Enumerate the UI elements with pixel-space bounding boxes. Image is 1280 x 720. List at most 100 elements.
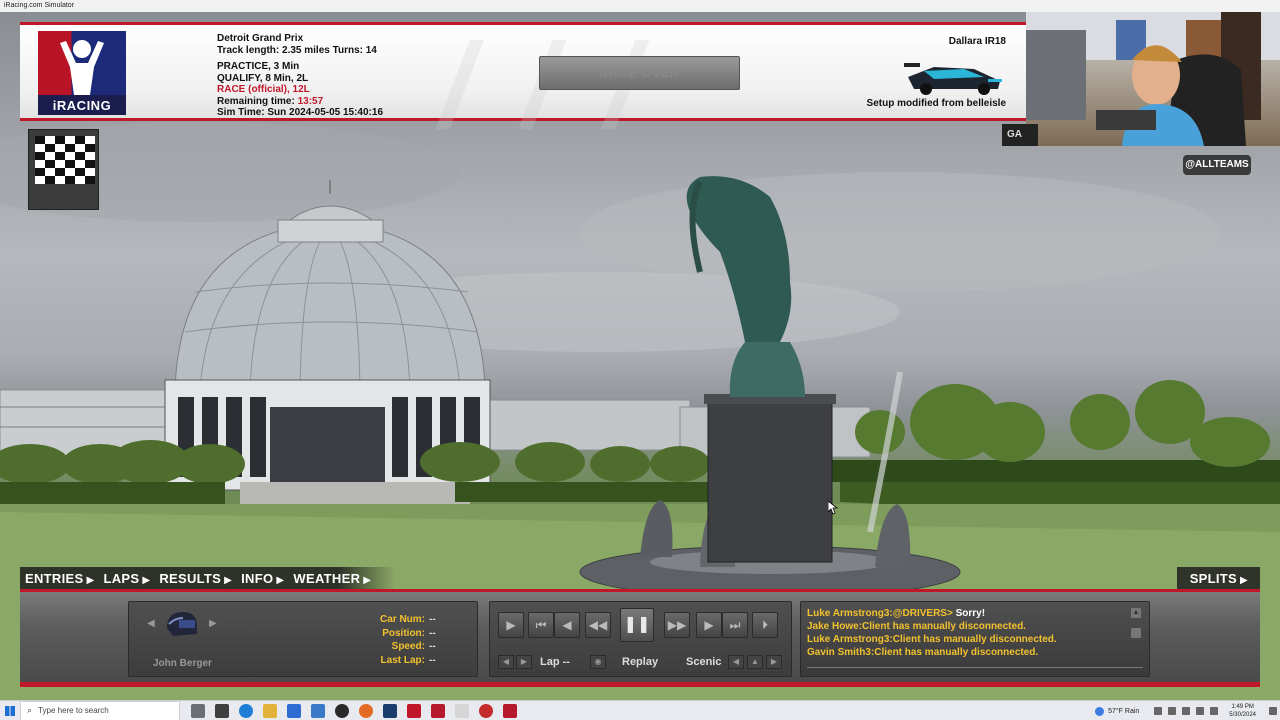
logo-figure-icon — [60, 40, 104, 95]
scroll-up-icon[interactable]: ▲ — [1131, 608, 1141, 618]
tab-splits-wrap: SPLITS ▶ — [1176, 567, 1260, 589]
setup-text: Setup modified from belleisle — [866, 98, 1006, 109]
store-icon[interactable] — [287, 703, 301, 718]
session-race: RACE (official), 12L — [217, 84, 310, 95]
tab-entries[interactable]: ENTRIES ▶ — [25, 571, 94, 586]
replay-mode-icon[interactable]: ◉ — [590, 655, 606, 669]
camera-up-icon[interactable]: ▲ — [747, 655, 763, 669]
sim-time: Sim Time: Sun 2024-05-05 15:40:16 — [217, 107, 384, 118]
chat-message: Jake Howe:Client has manually disconnect… — [807, 621, 1026, 632]
chevron-right-icon: ▶ — [142, 574, 151, 586]
tab-weather[interactable]: WEATHER ▶ — [293, 571, 371, 586]
tab-info[interactable]: INFO ▶ — [241, 571, 284, 586]
start-button[interactable] — [0, 701, 20, 720]
replay-label: Replay — [622, 656, 659, 668]
app-icon[interactable] — [407, 703, 421, 718]
skip-end-button[interactable]: ⏭ — [722, 612, 748, 638]
session-header: / / / iRACING Detroit Grand Prix Track l… — [20, 19, 1026, 153]
car-name: Dallara IR18 — [948, 36, 1006, 47]
next-camera-icon[interactable]: ▶ — [766, 655, 782, 669]
pause-button[interactable]: ❚❚ — [620, 608, 654, 642]
stat-row: Speed: -- — [391, 641, 436, 652]
task-view-icon[interactable] — [215, 703, 229, 718]
helmet-icon — [167, 612, 197, 636]
track-info: Track length: 2.35 miles Turns: 14 — [217, 44, 377, 56]
language-icon[interactable] — [1210, 707, 1219, 715]
logo-wordmark: iRACING — [52, 98, 112, 113]
mouse-cursor-icon — [828, 501, 838, 515]
chat-message: Luke Armstrong3:Client has manually disc… — [807, 634, 1057, 645]
event-info: Detroit Grand Prix Track length: 2.35 mi… — [217, 33, 383, 119]
control-panel: ◀ ▶ John Berger Car Num: -- Position: -- S… — [20, 589, 1260, 687]
session-practice: PRACTICE, 3 Min — [217, 61, 300, 72]
network-icon[interactable] — [1168, 707, 1177, 715]
clock[interactable]: 1:49 PM 5/30/2024 — [1229, 703, 1256, 719]
event-name: Detroit Grand Prix — [217, 33, 304, 44]
step-forward-button[interactable]: ▶ — [696, 612, 722, 638]
battery-icon[interactable] — [1196, 707, 1205, 715]
chevron-right-icon: ▶ — [224, 574, 233, 586]
app-icon[interactable] — [383, 703, 397, 718]
replay-controls: ▶ ⏮ ◀ ◀◀ ❚❚ ▶▶ ▶ ⏭ ⏵ ◀ ▶ Lap -- ◉ Replay… — [489, 601, 792, 677]
chat-message: Gavin Smith3:Client has manually disconn… — [807, 647, 1039, 658]
driver-stats: Car Num: -- Position: -- Speed: -- Last Lap… — [329, 613, 469, 667]
search-icon: ⌕ — [27, 705, 33, 715]
live-button[interactable]: ⏵ — [752, 612, 778, 638]
tab-splits[interactable]: SPLITS ▶ — [1190, 571, 1248, 586]
lap-label: Lap -- — [540, 656, 570, 668]
chevron-right-icon: ▶ — [363, 574, 372, 586]
next-driver-icon[interactable]: ▶ — [209, 618, 217, 629]
taskbar-search[interactable]: ⌕ Type here to search — [20, 700, 180, 720]
session-qualify: QUALIFY, 8 Min, 2L — [217, 72, 309, 84]
prev-camera-icon[interactable]: ◀ — [728, 655, 744, 669]
app-icon[interactable] — [479, 703, 493, 718]
car-image-icon — [904, 63, 1002, 95]
chevron-right-icon: ▶ — [86, 574, 95, 586]
chevron-up-icon[interactable] — [1154, 707, 1163, 715]
edge-icon[interactable] — [239, 703, 253, 718]
volume-icon[interactable] — [1182, 707, 1191, 715]
camera-label: Scenic — [686, 656, 722, 668]
chat-message: Luke Armstrong3:@DRIVERS> Sorry! — [807, 608, 986, 619]
windows-taskbar: ⌕ Type here to search 57°F Rain 1:49 PM 5/… — [0, 700, 1280, 720]
app-icon[interactable] — [455, 703, 469, 718]
browser-icon[interactable] — [359, 703, 373, 718]
nav-bar: ENTRIES ▶ LAPS ▶ RESULTS ▶ INFO ▶ WEATHER ▶ S… — [20, 567, 1260, 589]
prev-driver-icon[interactable]: ◀ — [147, 618, 155, 629]
app-icon[interactable] — [191, 703, 205, 718]
chat-scrollbar[interactable]: ▲ — [1131, 608, 1143, 644]
next-lap-icon[interactable]: ▶ — [516, 655, 532, 669]
windows-logo-icon — [5, 705, 15, 716]
prev-lap-icon[interactable]: ◀ — [498, 655, 514, 669]
driver-box: ◀ ▶ John Berger Car Num: -- Position: -- S… — [128, 601, 478, 677]
stat-row: Car Num: -- — [379, 614, 436, 625]
webcam-tag: GA — [1002, 124, 1038, 146]
race-over-button[interactable]: RACE OVER — [539, 56, 740, 90]
iracing-sim-icon[interactable] — [503, 703, 517, 718]
team-badge: @ALLTEAMS — [1183, 155, 1251, 175]
scroll-handle-icon[interactable] — [1131, 628, 1141, 638]
system-tray: 57°F Rain 1:49 PM 5/30/2024 — [1095, 701, 1280, 720]
remaining-time: Remaining time: 13:57 — [217, 95, 324, 107]
notifications-icon[interactable] — [1269, 707, 1277, 715]
fast-forward-button[interactable]: ▶▶ — [664, 612, 690, 638]
rewind-button[interactable]: ◀◀ — [585, 612, 611, 638]
taskbar-apps — [186, 703, 522, 718]
webcam-overlay — [1026, 0, 1280, 146]
iracing-icon[interactable] — [431, 703, 445, 718]
tab-results[interactable]: RESULTS ▶ — [159, 571, 232, 586]
weather-widget[interactable]: 57°F Rain — [1095, 706, 1139, 716]
step-back-button[interactable]: ◀ — [554, 612, 580, 638]
obs-icon[interactable] — [335, 703, 349, 718]
mail-icon[interactable] — [311, 703, 325, 718]
play-forward-button[interactable]: ▶ — [498, 612, 524, 638]
stat-row: Last Lap: -- — [380, 654, 436, 666]
driver-name: John Berger — [153, 658, 212, 669]
skip-start-button[interactable]: ⏮ — [528, 612, 554, 638]
tab-laps[interactable]: LAPS ▶ — [103, 571, 150, 586]
weather-icon — [1095, 706, 1105, 716]
chat-input[interactable] — [807, 667, 1143, 668]
chevron-right-icon: ▶ — [1240, 574, 1248, 586]
nav-tabs: ENTRIES ▶ LAPS ▶ RESULTS ▶ INFO ▶ WEATHER ▶ — [20, 567, 396, 589]
folder-icon[interactable] — [263, 703, 277, 718]
